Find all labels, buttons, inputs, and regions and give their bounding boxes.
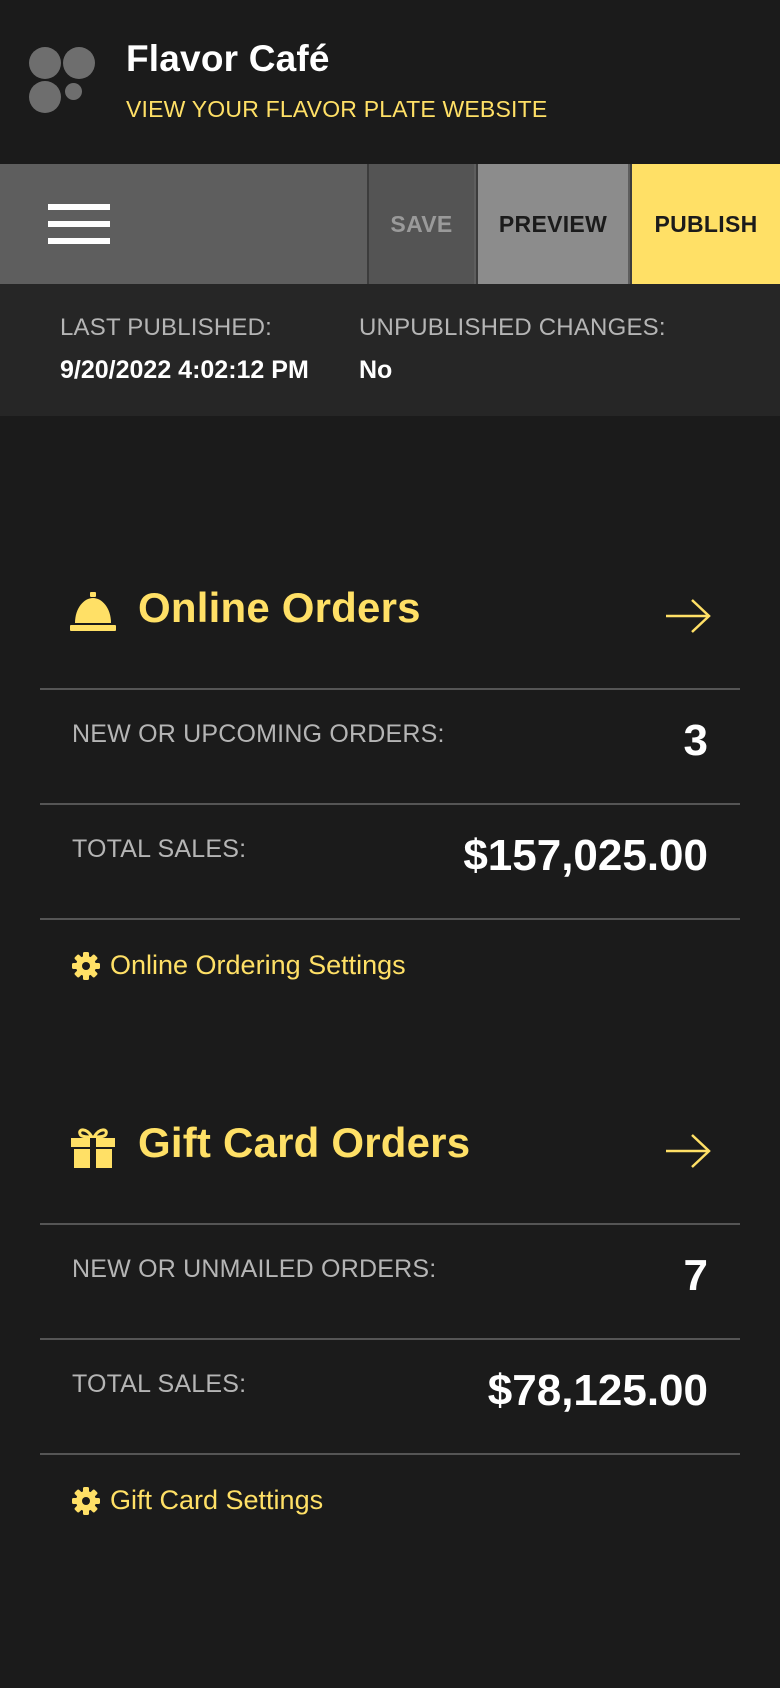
unpublished-changes-value: No — [359, 356, 393, 384]
online-settings-row: Online Ordering Settings — [40, 918, 740, 1020]
new-orders-label: NEW OR UNMAILED ORDERS: — [72, 1255, 437, 1283]
total-sales-label: TOTAL SALES: — [72, 1370, 247, 1398]
online-ordering-settings-link[interactable]: Online Ordering Settings — [72, 950, 406, 981]
total-sales-label: TOTAL SALES: — [72, 835, 247, 863]
publish-button[interactable]: PUBLISH — [630, 164, 780, 284]
logo-icon — [29, 47, 97, 113]
last-published-value: 9/20/2022 4:02:12 PM — [60, 356, 309, 384]
online-orders-section: Online Orders NEW OR UPCOMING ORDERS: 3 … — [40, 548, 740, 1020]
new-orders-label: NEW OR UPCOMING ORDERS: — [72, 720, 445, 748]
hamburger-menu-icon[interactable] — [48, 204, 110, 244]
gift-new-orders-row: NEW OR UNMAILED ORDERS: 7 — [40, 1223, 740, 1338]
new-orders-value: 7 — [683, 1251, 708, 1300]
view-website-link[interactable]: VIEW YOUR FLAVOR PLATE WEBSITE — [126, 96, 547, 123]
arrow-right-icon[interactable] — [664, 598, 712, 634]
save-button[interactable]: SAVE — [367, 164, 474, 284]
gift-card-orders-title: Gift Card Orders — [138, 1119, 471, 1166]
gear-icon — [72, 951, 100, 980]
new-orders-value: 3 — [683, 716, 708, 765]
gift-total-sales-row: TOTAL SALES: $78,125.00 — [40, 1338, 740, 1453]
preview-button[interactable]: PREVIEW — [476, 164, 628, 284]
online-ordering-settings-label: Online Ordering Settings — [110, 950, 406, 980]
publish-status-bar: LAST PUBLISHED: 9/20/2022 4:02:12 PM UNP… — [0, 284, 780, 416]
gift-icon — [71, 1128, 115, 1168]
gift-card-orders-header[interactable]: Gift Card Orders — [40, 1083, 740, 1223]
online-orders-title: Online Orders — [138, 584, 421, 631]
app-header: Flavor Café VIEW YOUR FLAVOR PLATE WEBSI… — [0, 0, 780, 164]
app-title: Flavor Café — [126, 38, 330, 79]
online-total-sales-row: TOTAL SALES: $157,025.00 — [40, 803, 740, 918]
service-bell-icon — [70, 592, 116, 631]
last-published-label: LAST PUBLISHED: — [60, 314, 272, 341]
unpublished-changes-label: UNPUBLISHED CHANGES: — [359, 314, 666, 341]
gift-card-settings-label: Gift Card Settings — [110, 1485, 324, 1515]
gift-card-settings-link[interactable]: Gift Card Settings — [72, 1485, 323, 1516]
gift-card-orders-section: Gift Card Orders NEW OR UNMAILED ORDERS:… — [40, 1083, 740, 1555]
gift-settings-row: Gift Card Settings — [40, 1453, 740, 1555]
arrow-right-icon[interactable] — [664, 1133, 712, 1169]
online-new-orders-row: NEW OR UPCOMING ORDERS: 3 — [40, 688, 740, 803]
gear-icon — [72, 1486, 100, 1515]
online-orders-header[interactable]: Online Orders — [40, 548, 740, 688]
total-sales-value: $78,125.00 — [487, 1366, 708, 1415]
toolbar: SAVE PREVIEW PUBLISH — [0, 164, 780, 284]
total-sales-value: $157,025.00 — [463, 831, 708, 880]
